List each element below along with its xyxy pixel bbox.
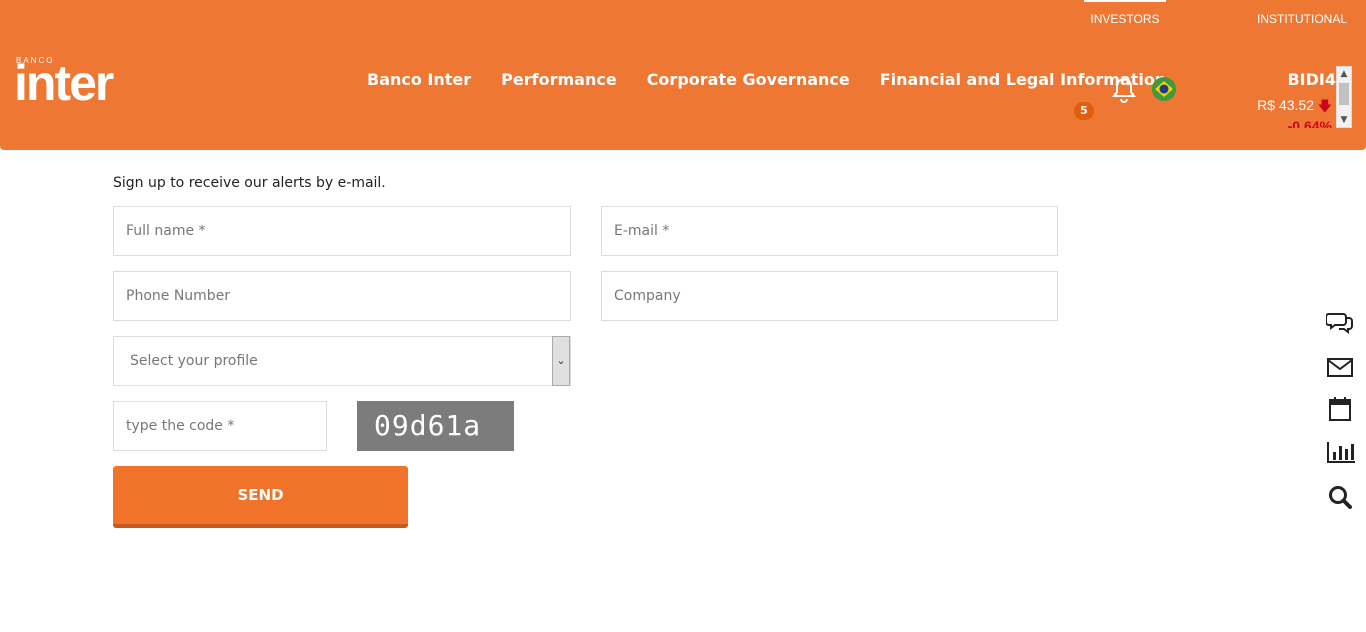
logo-text: inter xyxy=(14,55,114,111)
profile-select[interactable]: Select your profile ⌄ xyxy=(113,336,571,386)
investors-link[interactable]: INVESTORS xyxy=(1084,12,1166,26)
institutional-link[interactable]: INSTITUTIONAL xyxy=(1257,12,1347,26)
chevron-down-icon[interactable]: ⌄ xyxy=(552,336,570,386)
captcha-code-field[interactable]: type the code * xyxy=(113,401,327,451)
send-button[interactable]: SEND xyxy=(113,466,408,528)
email-field[interactable]: E-mail * xyxy=(601,206,1058,256)
full-name-field[interactable]: Full name * xyxy=(113,206,571,256)
scroll-up-icon[interactable]: ▲ xyxy=(1337,67,1351,81)
stock-ticker: BIDI4 R$ 43.52 🡇 -0.64% xyxy=(1230,66,1336,128)
ticker-symbol: BIDI4 xyxy=(1287,70,1336,89)
search-icon[interactable] xyxy=(1326,484,1356,512)
scroll-thumb[interactable] xyxy=(1339,83,1349,105)
scroll-down-icon[interactable]: ▼ xyxy=(1337,113,1351,127)
company-field[interactable]: Company xyxy=(601,271,1058,321)
calendar-icon[interactable] xyxy=(1326,396,1356,424)
chat-icon[interactable] xyxy=(1325,310,1356,338)
mail-icon[interactable] xyxy=(1326,356,1356,384)
notification-badge: 5 xyxy=(1074,102,1094,120)
ticker-scrollbar[interactable]: ▲ ▼ xyxy=(1336,66,1352,128)
brazil-flag-icon[interactable] xyxy=(1152,77,1176,101)
nav-item-corporate-governance[interactable]: Corporate Governance xyxy=(647,70,850,89)
bell-icon[interactable] xyxy=(1111,76,1137,104)
phone-field[interactable]: Phone Number xyxy=(113,271,571,321)
captcha-image: 09d61a xyxy=(357,401,514,451)
site-header: INVESTORS INSTITUTIONAL BANCO inter Banc… xyxy=(0,0,1366,150)
arrow-down-icon: 🡇 xyxy=(1317,99,1332,115)
profile-select-label: Select your profile xyxy=(130,353,258,369)
active-tab-indicator xyxy=(1084,0,1166,2)
ticker-change: -0.64% xyxy=(1287,118,1332,128)
intro-text: Sign up to receive our alerts by e-mail. xyxy=(113,175,386,191)
main-nav: Banco Inter Performance Corporate Govern… xyxy=(367,70,1166,89)
ticker-price: R$ 43.52 xyxy=(1257,97,1314,113)
chart-icon[interactable] xyxy=(1326,440,1356,468)
nav-item-banco-inter[interactable]: Banco Inter xyxy=(367,70,471,89)
nav-item-performance[interactable]: Performance xyxy=(501,70,617,89)
